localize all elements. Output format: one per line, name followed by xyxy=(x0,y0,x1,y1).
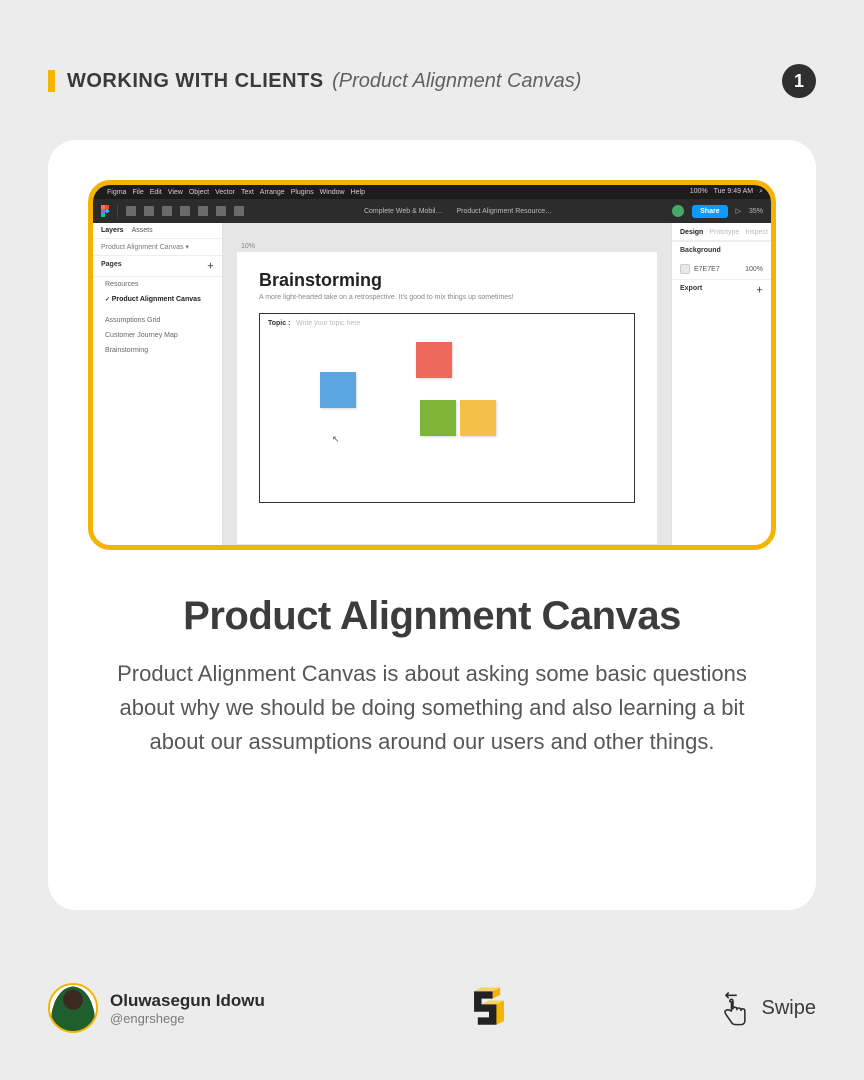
export-label: Export xyxy=(680,285,702,295)
figma-canvas-area: 10% Brainstorming A more light-hearted t… xyxy=(223,223,671,545)
swipe-label: Swipe xyxy=(762,997,816,1020)
figma-left-panel: Layers Assets Product Alignment Canvas ▾… xyxy=(93,223,223,545)
mac-menubar: Figma File Edit View Object Vector Text … xyxy=(93,185,771,199)
move-tool-icon xyxy=(126,206,136,216)
text-tool-icon xyxy=(198,206,208,216)
mac-menu-item: Help xyxy=(351,189,365,196)
export-section: Export ＋ xyxy=(672,279,771,300)
topic-box: Topic : Write your topic here ↖ xyxy=(259,313,635,503)
mac-menu-item: Text xyxy=(241,189,254,196)
pen-tool-icon xyxy=(180,206,190,216)
background-row: E7E7E7 100% xyxy=(672,259,771,279)
swipe-cta[interactable]: Swipe xyxy=(714,989,816,1027)
share-label: Share xyxy=(700,208,719,215)
sticky-note-yellow[interactable] xyxy=(460,400,496,436)
share-button[interactable]: Share xyxy=(692,205,727,218)
page-item-selected[interactable]: Product Alignment Canvas xyxy=(93,292,222,307)
card-body: Product Alignment Canvas is about asking… xyxy=(88,657,776,759)
tab-prototype[interactable]: Prototype xyxy=(709,229,739,236)
comment-tool-icon xyxy=(234,206,244,216)
figma-canvas-frame: Brainstorming A more light-hearted take … xyxy=(237,252,657,544)
page-header: WORKING WITH CLIENTS (Product Alignment … xyxy=(48,64,816,98)
page-footer: Oluwasegun Idowu @engrshege Swipe xyxy=(48,980,816,1036)
author-handle: @engrshege xyxy=(110,1011,265,1026)
topic-hint: Write your topic here xyxy=(296,320,360,327)
tab-design[interactable]: Design xyxy=(680,229,703,236)
search-icon: ⌕ xyxy=(759,188,763,196)
author-name: Oluwasegun Idowu xyxy=(110,991,265,1011)
swipe-hand-icon xyxy=(714,989,752,1027)
accent-bar xyxy=(48,70,55,92)
author-avatar xyxy=(48,983,98,1033)
header-title-wrap: WORKING WITH CLIENTS (Product Alignment … xyxy=(67,70,581,93)
page-number: 1 xyxy=(794,71,804,92)
page-number-badge: 1 xyxy=(782,64,816,98)
page-item[interactable]: Resources xyxy=(93,277,222,292)
color-swatch[interactable] xyxy=(680,264,690,274)
frame-tool-icon xyxy=(144,206,154,216)
mac-menu-item: Arrange xyxy=(260,189,285,196)
layer-item[interactable]: Customer Journey Map xyxy=(93,328,222,343)
author-block: Oluwasegun Idowu @engrshege xyxy=(48,983,265,1033)
mac-menu-item: View xyxy=(168,189,183,196)
canvas-subheading: A more light-hearted take on a retrospec… xyxy=(259,294,635,301)
left-breadcrumb[interactable]: Product Alignment Canvas ▾ xyxy=(93,239,222,256)
figma-logo-icon xyxy=(101,205,109,217)
mac-menu-item: Object xyxy=(189,189,209,196)
figma-toolbar: Complete Web & Mobil… Product Alignment … xyxy=(93,199,771,223)
shape-tool-icon xyxy=(162,206,172,216)
sticky-note-green[interactable] xyxy=(420,400,456,436)
tab-inspect[interactable]: Inspect xyxy=(745,229,768,236)
collab-avatar-icon xyxy=(672,205,684,217)
mac-status-item: Tue 9:49 AM xyxy=(714,188,753,196)
canvas-heading: Brainstorming xyxy=(259,270,635,291)
mac-menu-item: Edit xyxy=(150,189,162,196)
mac-status-item: 100% xyxy=(690,188,708,196)
brand-logo-icon xyxy=(461,980,517,1036)
figma-right-panel: Design Prototype Inspect Background E7E7… xyxy=(671,223,771,545)
header-title: WORKING WITH CLIENTS xyxy=(67,70,324,92)
add-export-icon[interactable]: ＋ xyxy=(756,285,763,295)
header-left: WORKING WITH CLIENTS (Product Alignment … xyxy=(48,70,581,93)
topic-label: Topic : xyxy=(268,320,290,327)
mac-menu-item: Plugins xyxy=(291,189,314,196)
card-title: Product Alignment Canvas xyxy=(88,594,776,639)
sticky-note-red[interactable] xyxy=(416,342,452,378)
tab-layers[interactable]: Layers xyxy=(101,227,124,234)
layer-item[interactable]: Assumptions Grid xyxy=(93,313,222,328)
author-text: Oluwasegun Idowu @engrshege xyxy=(110,991,265,1026)
layer-item[interactable]: Brainstorming xyxy=(93,343,222,358)
mac-menu-item: Figma xyxy=(107,189,126,196)
canvas-zoom-tab: 10% xyxy=(241,243,657,250)
bg-opacity: 100% xyxy=(745,266,763,273)
pages-section: Pages ＋ xyxy=(93,256,222,277)
background-section: Background xyxy=(672,241,771,259)
figma-screenshot: Figma File Edit View Object Vector Text … xyxy=(88,180,776,550)
add-page-icon[interactable]: ＋ xyxy=(207,261,214,271)
pages-label: Pages xyxy=(101,261,122,271)
header-subtitle: (Product Alignment Canvas) xyxy=(332,70,581,92)
cursor-icon: ↖ xyxy=(332,434,340,445)
right-panel-tabs: Design Prototype Inspect xyxy=(672,227,771,241)
left-panel-tabs: Layers Assets xyxy=(93,223,222,239)
sticky-note-blue[interactable] xyxy=(320,372,356,408)
zoom-level: 35% xyxy=(749,208,763,215)
bg-hex: E7E7E7 xyxy=(694,266,720,273)
play-icon: ▷ xyxy=(736,207,741,215)
figma-body: Layers Assets Product Alignment Canvas ▾… xyxy=(93,223,771,545)
figma-doc-title: Product Alignment Resource… xyxy=(456,208,552,215)
mac-menu-item: File xyxy=(132,189,143,196)
hand-tool-icon xyxy=(216,206,226,216)
tab-assets[interactable]: Assets xyxy=(132,227,153,234)
mac-menu-item: Window xyxy=(320,189,345,196)
separator xyxy=(117,204,118,218)
content-card: Figma File Edit View Object Vector Text … xyxy=(48,140,816,910)
figma-doc-title: Complete Web & Mobil… xyxy=(364,208,442,215)
mac-menu-item: Vector xyxy=(215,189,235,196)
